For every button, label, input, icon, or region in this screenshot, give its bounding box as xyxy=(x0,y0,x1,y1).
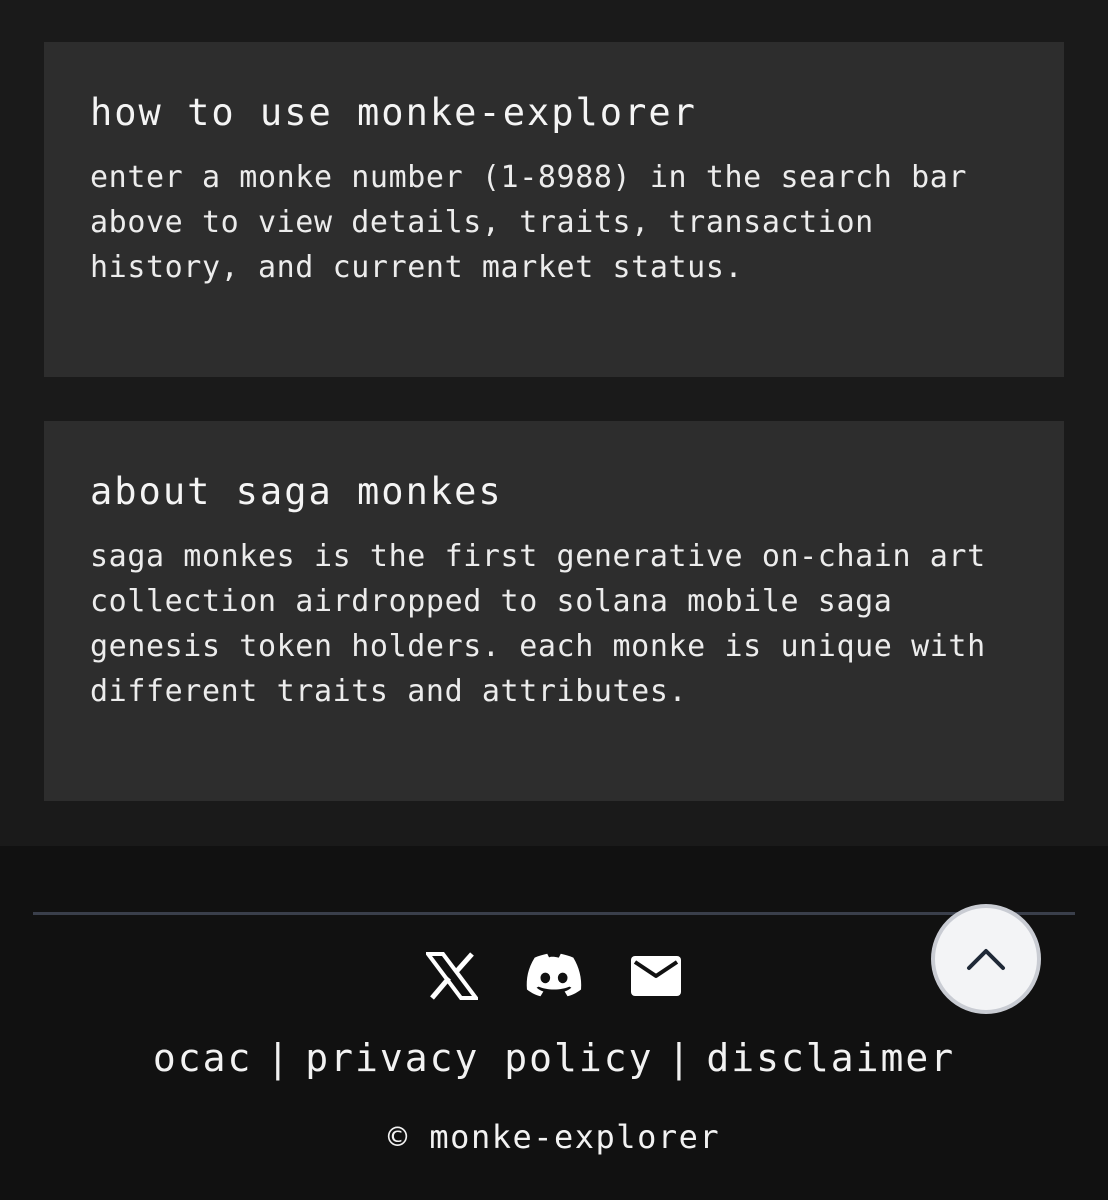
discord-link[interactable] xyxy=(526,948,582,1004)
link-separator: | xyxy=(667,1036,693,1080)
x-link[interactable] xyxy=(424,948,480,1004)
footer-links: ocac | privacy policy | disclaimer xyxy=(0,1036,1108,1080)
card-body: saga monkes is the first generative on-c… xyxy=(90,539,986,709)
main-content: how to use monke-explorer enter a monke … xyxy=(0,0,1108,846)
footer-divider xyxy=(33,912,1075,915)
x-icon xyxy=(426,952,478,1000)
privacy-policy-link[interactable]: privacy policy xyxy=(305,1036,653,1080)
about-saga-monkes-card: about saga monkes saga monkes is the fir… xyxy=(44,421,1064,801)
how-to-use-card: how to use monke-explorer enter a monke … xyxy=(44,42,1064,377)
discord-icon xyxy=(526,953,582,997)
ocac-link[interactable]: ocac xyxy=(153,1036,253,1080)
footer: ocac | privacy policy | disclaimer © monke-e… xyxy=(0,846,1108,1200)
disclaimer-link[interactable]: disclaimer xyxy=(706,1036,955,1080)
scroll-to-top-button[interactable] xyxy=(931,904,1041,1014)
mail-link[interactable] xyxy=(628,948,684,1004)
card-body: enter a monke number (1-8988) in the sea… xyxy=(90,160,968,285)
chevron-up-icon xyxy=(967,949,1005,970)
card-title: about saga monkes xyxy=(90,470,503,513)
copyright-text: © monke-explorer xyxy=(387,1118,721,1156)
link-separator: | xyxy=(266,1036,292,1080)
card-title: how to use monke-explorer xyxy=(90,91,697,134)
mail-icon xyxy=(631,956,681,996)
